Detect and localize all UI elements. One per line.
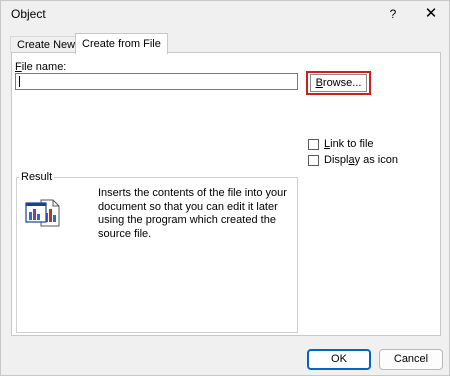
browse-label-rest: rowse... xyxy=(322,77,362,89)
result-description: Inserts the contents of the file into yo… xyxy=(98,187,287,240)
tab-create-from-file[interactable]: Create from File xyxy=(75,33,168,54)
browse-label-accel: B xyxy=(315,77,323,89)
link-to-file-option[interactable]: Link to file xyxy=(308,137,374,151)
display-as-icon-option[interactable]: Display as icon xyxy=(308,153,398,167)
insert-file-icon xyxy=(25,194,65,228)
display-as-icon-label: Display as icon xyxy=(324,154,398,166)
link-to-file-checkbox[interactable] xyxy=(308,138,319,150)
link-to-file-label: Link to file xyxy=(324,138,374,150)
tab-create-new[interactable]: Create New xyxy=(10,36,83,53)
help-button[interactable]: ? xyxy=(381,3,405,25)
file-name-label-accel: F xyxy=(15,61,22,73)
file-name-input[interactable] xyxy=(15,73,298,90)
text-caret xyxy=(19,76,20,87)
result-legend: Result xyxy=(19,171,55,183)
cancel-button[interactable]: Cancel xyxy=(379,349,443,370)
object-dialog: Object ? ✕ Create New Create from File F… xyxy=(0,0,450,376)
ok-button[interactable]: OK xyxy=(307,349,371,370)
browse-button[interactable]: Browse... xyxy=(310,74,367,92)
title-bar: Object ? ✕ xyxy=(1,1,449,29)
dialog-title: Object xyxy=(11,7,46,21)
file-name-label: File name: xyxy=(15,61,66,73)
display-as-icon-checkbox[interactable] xyxy=(308,154,319,166)
close-button[interactable]: ✕ xyxy=(419,3,443,25)
file-name-label-rest: ile name: xyxy=(21,61,67,73)
